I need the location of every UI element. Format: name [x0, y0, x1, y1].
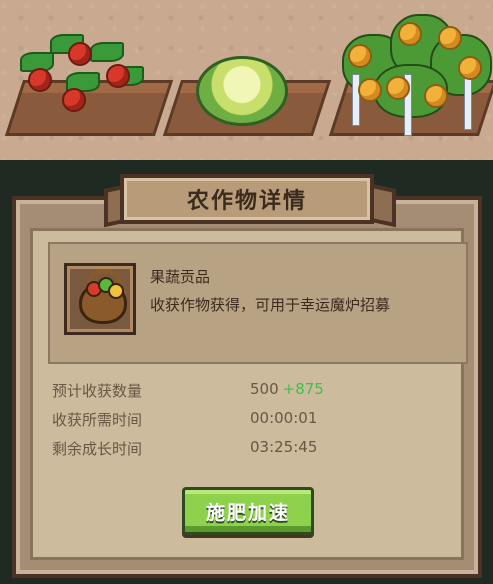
yield-value: 500 [250, 380, 279, 398]
orange-tree-icon [334, 4, 492, 144]
yield-bonus: +875 [282, 380, 324, 398]
fertilize-button[interactable]: 施肥加速 [182, 487, 314, 535]
stat-label: 预计收获数量 [52, 382, 143, 400]
stat-value: 500 +875 [250, 380, 324, 398]
stat-value: 00:00:01 [250, 409, 318, 427]
stat-value: 03:25:45 [250, 438, 318, 456]
stat-row-harvest-time: 收获所需时间 00:00:01 [52, 405, 462, 434]
item-name: 果蔬贡品 [150, 268, 211, 286]
panel-title: 农作物详情 [186, 189, 307, 214]
fruit-basket-icon [79, 269, 127, 324]
cabbage-icon [196, 56, 288, 126]
item-info-box: 果蔬贡品 收获作物获得，可用于幸运魔炉招募 [48, 242, 468, 364]
stat-label: 收获所需时间 [52, 411, 143, 429]
stat-label: 剩余成长时间 [52, 440, 143, 458]
stat-row-yield: 预计收获数量 500 +875 [52, 376, 462, 405]
stats-list: 预计收获数量 500 +875 收获所需时间 00:00:01 剩余成长时间 03… [52, 376, 462, 463]
tomato-plant-icon [10, 22, 150, 122]
item-description: 收获作物获得，可用于幸运魔炉招募 [150, 296, 391, 314]
stat-row-remaining-time: 剩余成长时间 03:25:45 [52, 434, 462, 463]
farm-scene [0, 0, 493, 160]
item-icon-frame[interactable] [64, 263, 136, 335]
title-ribbon: 农作物详情 [120, 174, 374, 224]
